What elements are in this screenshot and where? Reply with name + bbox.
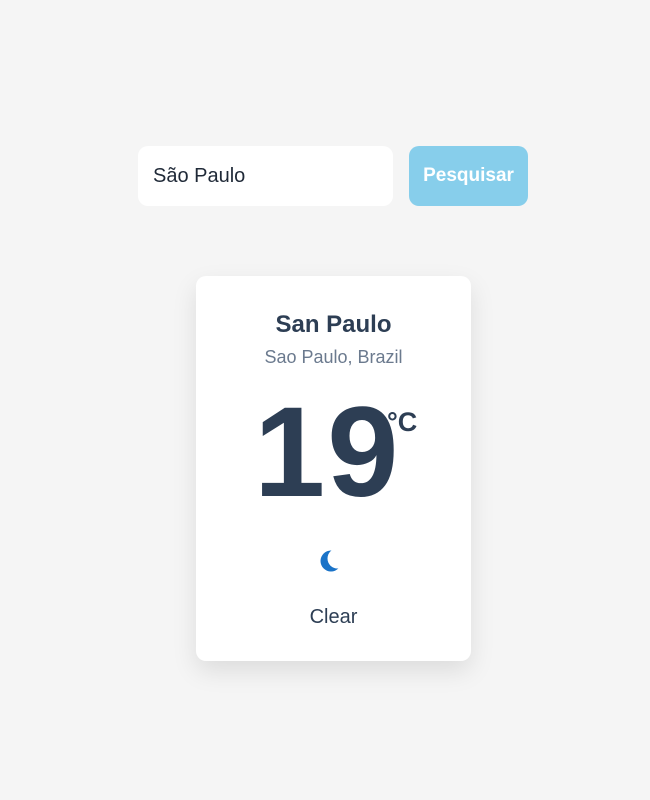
temperature-value: 19 bbox=[254, 381, 401, 524]
search-input[interactable] bbox=[138, 146, 393, 206]
search-bar: Pesquisar bbox=[138, 146, 528, 206]
temperature-display: 19 °C bbox=[196, 389, 471, 519]
weather-condition: Clear bbox=[309, 606, 358, 628]
city-name: San Paulo bbox=[275, 311, 392, 338]
moon-icon bbox=[320, 550, 342, 572]
weather-card: San Paulo Sao Paulo, Brazil 19 °C Clear bbox=[196, 276, 471, 661]
search-button[interactable]: Pesquisar bbox=[409, 146, 528, 206]
location-label: Sao Paulo, Brazil bbox=[264, 347, 403, 367]
temperature-unit: °C bbox=[387, 407, 418, 437]
